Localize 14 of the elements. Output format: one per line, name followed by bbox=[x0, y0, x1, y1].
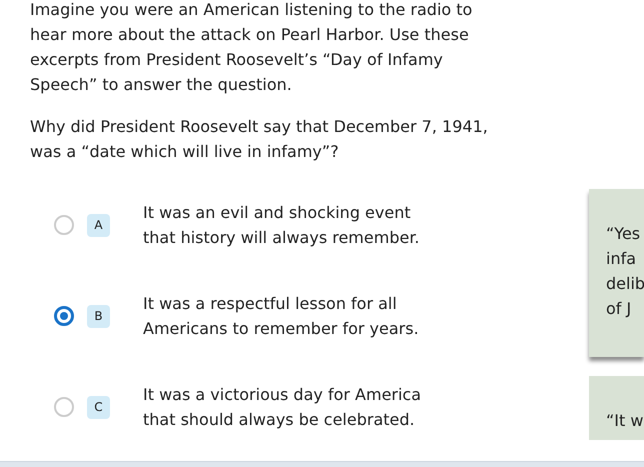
excerpt-text: “Yes bbox=[606, 223, 642, 245]
option-text: It was an evil and shocking event that history will always remember. bbox=[143, 202, 421, 249]
excerpt-text: infa bbox=[606, 248, 638, 270]
intro-text: Imagine you were an American listening to the radio to hear more about the attack on Pearl Harbor. Use these excerpts from President Roosevelt’s “Day of Infamy Speech” to answer the question. bbox=[30, 0, 474, 96]
option-letter: A bbox=[87, 214, 110, 236]
option-text: It was a victorious day for America that should always be celebrated. bbox=[143, 384, 422, 431]
excerpt-text: “It wi bbox=[606, 410, 644, 432]
excerpt-text: of J bbox=[606, 298, 632, 320]
excerpt-text: delib bbox=[606, 273, 644, 295]
option-text: It was a respectful lesson for all Americans to remember for years. bbox=[143, 293, 420, 340]
option-letter: C bbox=[87, 396, 110, 418]
radio-button[interactable] bbox=[54, 306, 74, 326]
question-text: Why did President Roosevelt say that December 7, 1941, was a “date which will live in infamy”? bbox=[30, 116, 489, 163]
option-letter: B bbox=[87, 304, 110, 328]
